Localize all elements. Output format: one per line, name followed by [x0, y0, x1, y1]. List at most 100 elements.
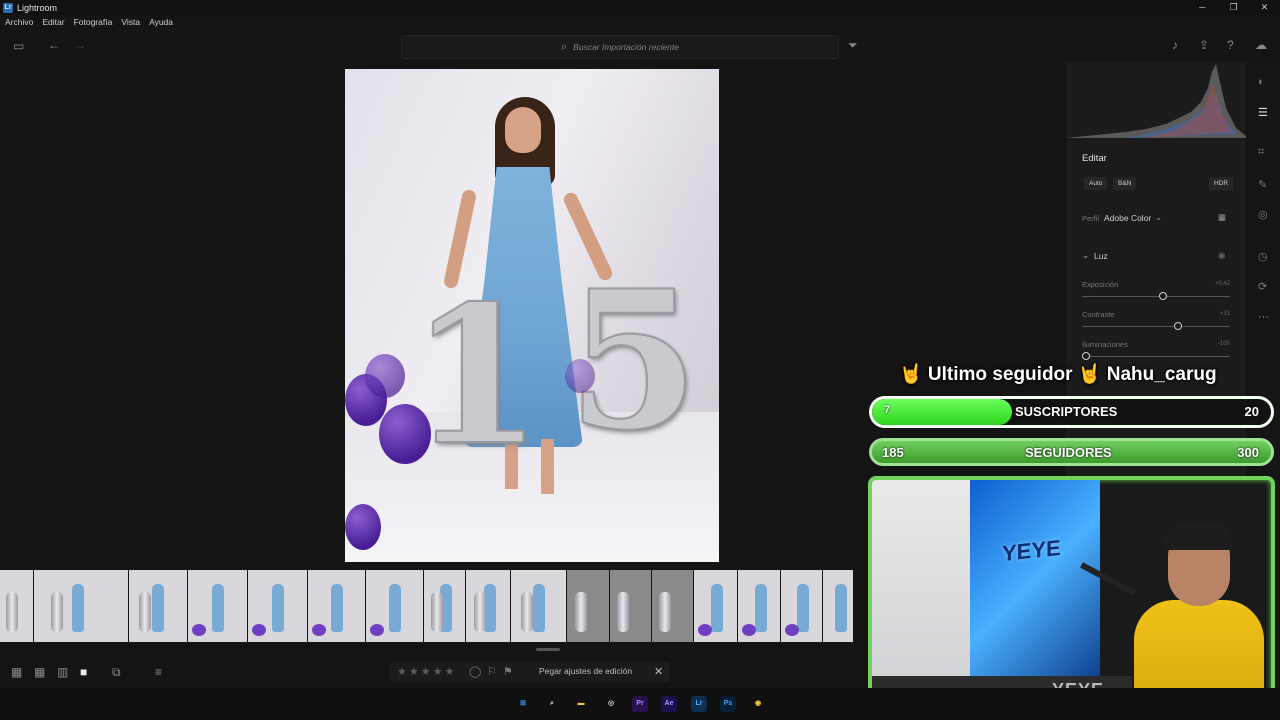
reject-flag-icon[interactable]: ⚑ — [503, 665, 513, 678]
window-controls: ─ ❐ ✕ — [1187, 0, 1280, 15]
filmstrip-thumb[interactable] — [738, 570, 780, 642]
menu-archivo[interactable]: Archivo — [5, 15, 33, 29]
filmstrip-thumb[interactable] — [781, 570, 822, 642]
filmstrip-thumb[interactable] — [694, 570, 737, 642]
menu-editar[interactable]: Editar — [42, 15, 64, 29]
filmstrip-thumb[interactable] — [248, 570, 307, 642]
followers-goal-bar: 185 SEGUIDORES 300 — [869, 438, 1274, 466]
filmstrip-thumb[interactable] — [610, 570, 651, 642]
search-icon: ⌕ — [561, 40, 568, 53]
filter-icon[interactable]: ⏷ — [848, 38, 858, 52]
close-button[interactable]: ✕ — [1249, 0, 1280, 15]
exposure-knob[interactable] — [1159, 292, 1167, 300]
photoshop-icon[interactable]: Ps — [720, 696, 736, 712]
notification-bell-icon[interactable]: ♪ — [1172, 38, 1178, 52]
streamer — [1134, 522, 1264, 706]
hdr-button[interactable]: HDR — [1209, 177, 1234, 190]
bw-button[interactable]: B&N — [1113, 177, 1137, 190]
versions-icon[interactable]: ⟳ — [1258, 280, 1267, 293]
filmstrip-thumb[interactable] — [308, 570, 365, 642]
filmstrip-thumb[interactable] — [424, 570, 465, 642]
auto-button[interactable]: Auto — [1084, 177, 1108, 190]
flag-pick-icon[interactable]: ◯ — [469, 665, 481, 678]
filmstrip-thumb[interactable] — [188, 570, 247, 642]
share-icon[interactable]: ⇪ — [1199, 38, 1209, 52]
after-effects-icon[interactable]: Ae — [661, 696, 677, 712]
forward-arrow-icon[interactable]: → — [74, 38, 86, 52]
grid-large-icon[interactable]: ▦ — [34, 665, 45, 679]
filmstrip-thumb[interactable] — [366, 570, 423, 642]
filmstrip-thumb-selected[interactable] — [511, 570, 566, 642]
crop-icon[interactable]: ⌗ — [1258, 146, 1264, 159]
chevron-down-icon[interactable]: ⌄ — [1082, 250, 1089, 261]
heal-icon[interactable]: ✎ — [1258, 178, 1267, 191]
help-icon[interactable]: ? — [1227, 38, 1234, 52]
grid-small-icon[interactable]: ▦ — [11, 665, 22, 679]
menu-vista[interactable]: Vista — [121, 15, 140, 29]
balloon-one: 1 — [409, 263, 543, 488]
lightroom-icon[interactable]: Lr — [691, 696, 707, 712]
contrast-label: Contraste — [1082, 310, 1115, 319]
panel-toggle-icon[interactable]: ▭ — [13, 39, 24, 53]
back-arrow-icon[interactable]: ← — [48, 38, 60, 52]
menu-ayuda[interactable]: Ayuda — [149, 15, 173, 29]
star-rating[interactable]: ★★★★★ — [397, 665, 456, 678]
followers-current: 185 — [882, 445, 904, 460]
browser-icon[interactable]: ◎ — [603, 696, 619, 712]
subscribers-goal: 20 — [1244, 404, 1259, 419]
lightroom-logo-icon: Lr — [3, 2, 13, 13]
edit-sliders-icon[interactable]: ☰ — [1258, 106, 1268, 119]
chevron-down-icon[interactable]: ⌄ — [1155, 212, 1162, 223]
single-view-icon[interactable]: ■ — [80, 665, 87, 679]
highlights-value[interactable]: -100 — [1218, 341, 1230, 347]
compare-icon[interactable]: ▥ — [57, 665, 68, 679]
main-photo[interactable]: 1 5 — [345, 69, 719, 562]
contrast-value[interactable]: +31 — [1220, 311, 1230, 317]
section-luz[interactable]: Luz — [1094, 251, 1108, 261]
bottom-bar: ▦ ▦ ▥ ■ ⧉ ≡ ★★★★★ ◯ ⚐ ⚑ Pegar ajustes de… — [0, 660, 866, 684]
filmstrip-thumb[interactable] — [0, 570, 33, 642]
exposure-label: Exposición — [1082, 280, 1119, 289]
menu-fotografia[interactable]: Fotografía — [74, 15, 113, 29]
subscribers-label: SUSCRIPTORES — [1015, 404, 1118, 419]
minimize-button[interactable]: ─ — [1187, 0, 1218, 15]
filmstrip-thumb[interactable] — [567, 570, 609, 642]
mask-icon[interactable]: ◎ — [1258, 208, 1268, 221]
profile-browser-icon[interactable]: ▦ — [1218, 212, 1226, 223]
purple-balloon — [379, 404, 431, 464]
stack-icon[interactable]: ⧉ — [112, 665, 121, 679]
filmstrip-thumb[interactable] — [129, 570, 187, 642]
highlights-slider[interactable] — [1082, 352, 1230, 360]
close-icon[interactable]: ✕ — [654, 665, 663, 678]
paste-settings-button[interactable]: Pegar ajustes de edición — [539, 666, 632, 676]
photo-leg-right — [541, 439, 554, 494]
contrast-slider[interactable] — [1082, 322, 1230, 330]
windows-start-icon[interactable]: ⊞ — [515, 696, 531, 712]
visibility-eye-icon[interactable]: ◉ — [1218, 250, 1225, 261]
search-bar[interactable]: ⌕ Buscar Importación reciente — [401, 35, 839, 59]
flag-icon[interactable]: ⚐ — [487, 665, 497, 678]
profile-select[interactable]: Adobe Color — [1104, 213, 1151, 223]
filmstrip-thumb[interactable] — [34, 570, 128, 642]
exposure-slider[interactable] — [1082, 292, 1230, 300]
search-input[interactable]: Buscar Importación reciente — [573, 42, 679, 52]
more-icon[interactable]: ⋯ — [1258, 310, 1269, 323]
maximize-button[interactable]: ❐ — [1218, 0, 1249, 15]
presets-icon[interactable]: ◐ — [1258, 76, 1265, 88]
exposure-value[interactable]: +0,42 — [1215, 281, 1230, 287]
highlights-knob[interactable] — [1082, 352, 1090, 360]
premiere-icon[interactable]: Pr — [632, 696, 648, 712]
cloud-icon[interactable]: ☁ — [1255, 38, 1267, 52]
chrome-icon[interactable]: ◉ — [750, 696, 766, 712]
sort-icon[interactable]: ≡ — [155, 665, 162, 679]
menu-bar: Archivo Editar Fotografía Vista Ayuda — [0, 15, 173, 29]
filmstrip-scrollbar[interactable] — [536, 648, 560, 651]
history-icon[interactable]: ◷ — [1258, 250, 1268, 263]
search-icon[interactable]: ⌕ — [544, 696, 560, 712]
filmstrip-thumb[interactable] — [466, 570, 510, 642]
filmstrip-thumb[interactable] — [823, 570, 853, 642]
filmstrip-thumb[interactable] — [652, 570, 693, 642]
file-explorer-icon[interactable]: ▬ — [573, 696, 589, 712]
profile-label: Perfil — [1082, 214, 1100, 223]
subscribers-progress-fill — [872, 399, 1012, 425]
